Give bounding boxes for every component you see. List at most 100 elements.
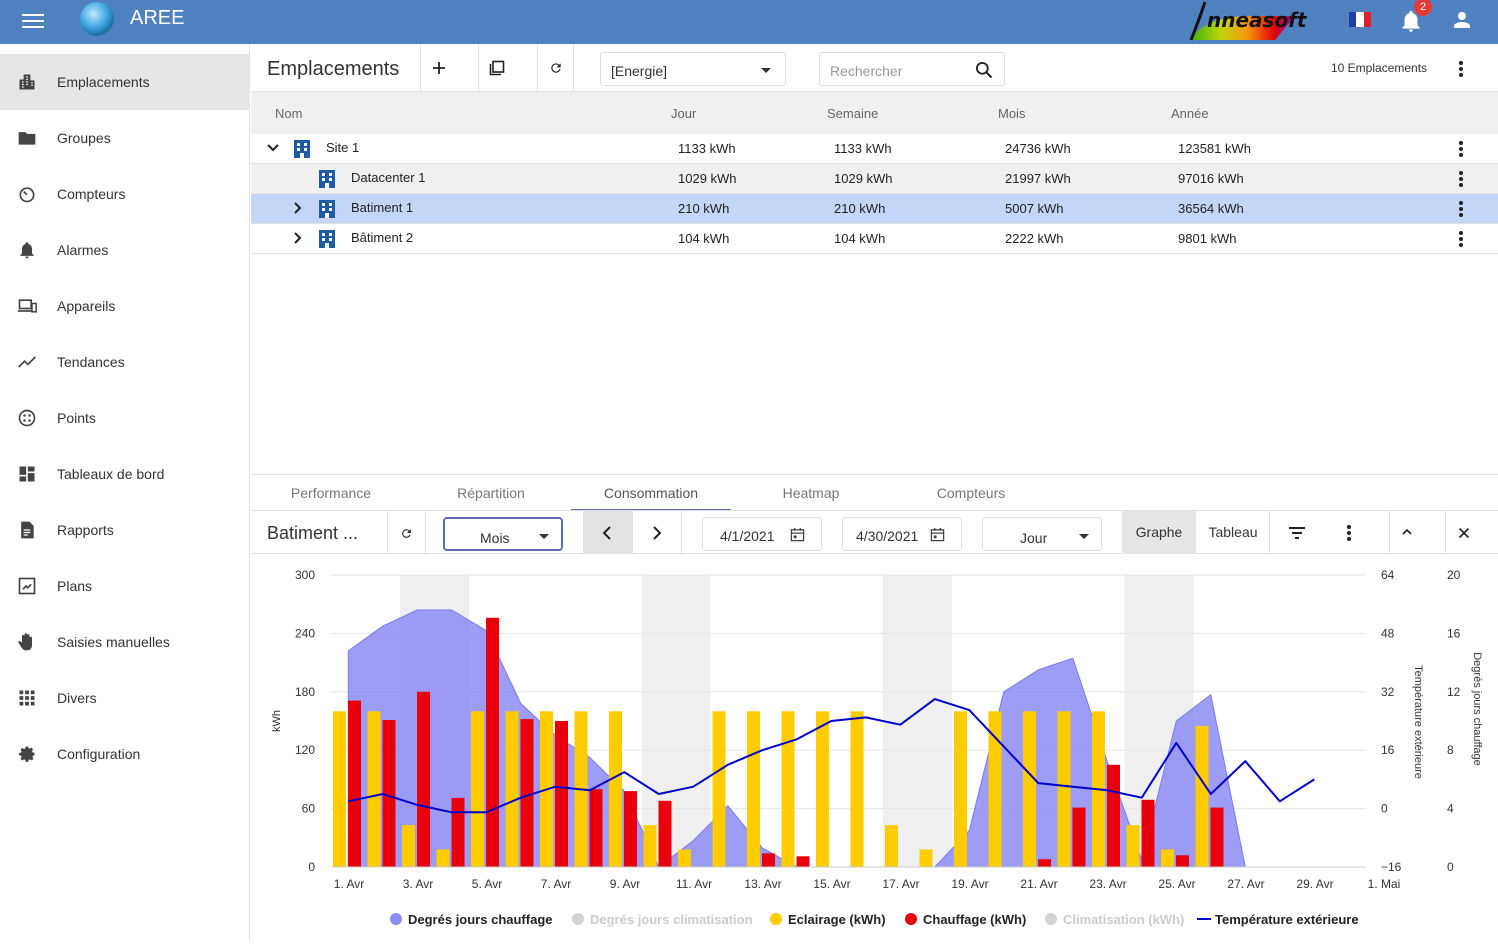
date-to-value: 4/30/2021 <box>856 528 919 544</box>
energy-filter-select[interactable]: [Energie] <box>600 52 786 86</box>
sidebar-item-plans[interactable]: Plans <box>0 558 250 614</box>
bar-chauffage <box>1210 807 1224 867</box>
tab-consommation[interactable]: Consommation <box>571 475 731 511</box>
sidebar-item-label: Divers <box>57 690 97 706</box>
sidebar-item-points[interactable]: Points <box>0 390 250 446</box>
row-mois: 5007 kWh <box>1005 201 1064 216</box>
row-mois: 24736 kWh <box>1005 141 1071 156</box>
add-button[interactable] <box>420 44 456 92</box>
row-mois: 2222 kWh <box>1005 231 1064 246</box>
flag-fr-icon[interactable] <box>1349 12 1371 27</box>
search-placeholder: Rechercher <box>830 63 903 79</box>
table-view-button[interactable]: Tableau <box>1196 511 1270 554</box>
bar-eclairage <box>609 711 622 867</box>
x-tick-label: 21. Avr <box>1020 877 1057 891</box>
date-to-input[interactable]: 4/30/2021 <box>842 517 962 551</box>
column-header[interactable]: Nom <box>275 106 302 121</box>
calendar-icon[interactable] <box>930 527 945 542</box>
bar-eclairage <box>402 825 415 867</box>
sidebar-item-tendances[interactable]: Tendances <box>0 334 250 390</box>
chevron-down-icon[interactable] <box>266 141 280 155</box>
tab-répartition[interactable]: Répartition <box>411 475 571 511</box>
sidebar-item-emplacements[interactable]: Emplacements <box>0 54 250 110</box>
x-tick-label: 7. Avr <box>541 877 571 891</box>
calendar-icon[interactable] <box>790 527 805 542</box>
refresh-button[interactable] <box>537 44 573 92</box>
graph-view-button[interactable]: Graphe <box>1122 511 1196 554</box>
row-name: Batiment 1 <box>351 200 414 215</box>
filter-icon[interactable] <box>1287 525 1309 541</box>
chart-more-options-icon[interactable] <box>1339 523 1359 543</box>
bar-chauffage <box>451 797 465 867</box>
table-row[interactable]: Batiment 1 210 kWh 210 kWh 5007 kWh 36564 kW… <box>251 194 1498 224</box>
bar-chauffage <box>1176 855 1189 867</box>
divider <box>425 511 426 555</box>
row-jour: 104 kWh <box>678 231 730 246</box>
column-header[interactable]: Semaine <box>827 106 878 121</box>
row-more-options-icon[interactable] <box>1451 199 1471 219</box>
row-annee: 97016 kWh <box>1178 171 1244 186</box>
row-more-options-icon[interactable] <box>1451 169 1471 189</box>
sidebar-item-rapports[interactable]: Rapports <box>0 502 250 558</box>
next-period-button[interactable] <box>633 511 681 554</box>
more-options-icon[interactable] <box>1451 59 1471 79</box>
devices-icon <box>16 295 38 317</box>
menu-icon[interactable] <box>22 10 44 32</box>
sidebar-item-configuration[interactable]: Configuration <box>0 726 250 782</box>
column-header[interactable]: Année <box>1171 106 1209 121</box>
chevron-down-icon <box>539 534 549 539</box>
y3-tick-label: 12 <box>1447 685 1461 699</box>
y3-tick-label: 0 <box>1447 860 1454 874</box>
chart-refresh-button[interactable] <box>388 511 424 555</box>
row-more-options-icon[interactable] <box>1451 229 1471 249</box>
row-more-options-icon[interactable] <box>1451 139 1471 159</box>
brand-logo: nneasoft <box>1185 0 1315 42</box>
bar-chauffage <box>417 691 430 867</box>
sidebar-item-groupes[interactable]: Groupes <box>0 110 250 166</box>
sidebar-item-label: Tendances <box>57 354 125 370</box>
previous-period-button[interactable] <box>583 511 633 554</box>
sidebar-item-saisies-manuelles[interactable]: Saisies manuelles <box>0 614 250 670</box>
sidebar-item-appareils[interactable]: Appareils <box>0 278 250 334</box>
column-header[interactable]: Mois <box>998 106 1025 121</box>
collapse-icon[interactable] <box>1401 525 1415 539</box>
table-row[interactable]: Bâtiment 2 104 kWh 104 kWh 2222 kWh 9801 kWh <box>251 224 1498 254</box>
legend-label: Température extérieure <box>1215 912 1359 927</box>
sidebar-item-label: Configuration <box>57 746 141 762</box>
period-select[interactable]: Mois <box>443 517 563 551</box>
legend-label: Chauffage (kWh) <box>923 912 1026 927</box>
bar-chauffage <box>1141 799 1155 867</box>
user-icon[interactable] <box>1450 8 1474 32</box>
chevron-down-icon <box>1079 534 1089 539</box>
close-icon[interactable] <box>1458 526 1472 540</box>
chevron-right-icon[interactable] <box>291 201 305 215</box>
plus-icon <box>432 62 445 74</box>
y2-tick-label: 16 <box>1381 743 1395 757</box>
sidebar-item-alarmes[interactable]: Alarmes <box>0 222 250 278</box>
tab-performance[interactable]: Performance <box>251 475 411 511</box>
column-header[interactable]: Jour <box>671 106 696 121</box>
locations-count: 10 Emplacements <box>1331 61 1428 75</box>
bar-chauffage <box>1038 859 1051 867</box>
x-tick-label: 29. Avr <box>1296 877 1333 891</box>
granularity-select[interactable]: Jour <box>982 517 1102 551</box>
y3-tick-label: 20 <box>1447 568 1461 582</box>
search-icon[interactable] <box>974 60 994 80</box>
sidebar-item-compteurs[interactable]: Compteurs <box>0 166 250 222</box>
bar-eclairage <box>367 711 381 867</box>
table-row[interactable]: Datacenter 1 1029 kWh 1029 kWh 21997 kWh 970… <box>251 164 1498 194</box>
plan-icon <box>16 575 38 597</box>
chevron-right-icon[interactable] <box>291 231 305 245</box>
weekend-band <box>883 575 952 867</box>
bar-eclairage <box>954 711 967 867</box>
sidebar-item-tableaux-de-bord[interactable]: Tableaux de bord <box>0 446 250 502</box>
tab-compteurs[interactable]: Compteurs <box>891 475 1051 511</box>
search-input[interactable]: Rechercher <box>819 52 1005 86</box>
sidebar-item-divers[interactable]: Divers <box>0 670 250 726</box>
y-tick-label: 240 <box>295 626 315 640</box>
duplicate-button[interactable] <box>478 44 514 92</box>
table-row[interactable]: Site 1 1133 kWh 1133 kWh 24736 kWh 123581 kW… <box>251 134 1498 164</box>
row-semaine: 1029 kWh <box>834 171 893 186</box>
date-from-input[interactable]: 4/1/2021 <box>702 517 822 551</box>
tab-heatmap[interactable]: Heatmap <box>731 475 891 511</box>
